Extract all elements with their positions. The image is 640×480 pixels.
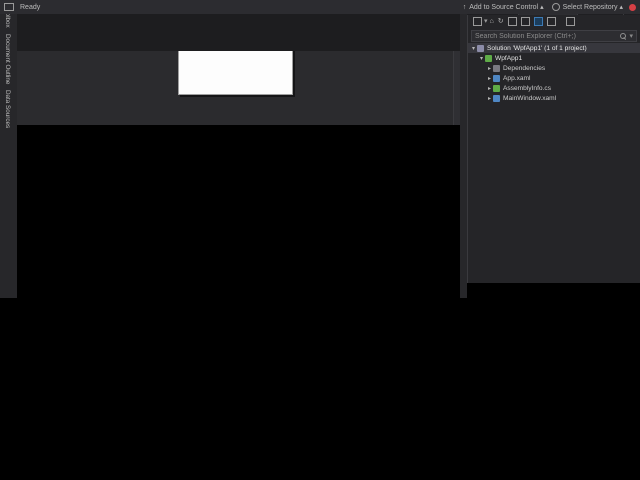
add-to-source-control-button[interactable]: Add to Source Control (469, 4, 538, 11)
show-all-files-icon[interactable] (533, 17, 543, 26)
csharp-project-icon (485, 54, 492, 62)
sync-with-active-document-icon[interactable] (507, 17, 517, 26)
tree-node-label: AssemblyInfo.cs (503, 84, 552, 92)
collapse-all-icon[interactable] (520, 17, 530, 26)
tree-node-label: MainWindow.xaml (503, 94, 557, 102)
search-icon (620, 33, 627, 39)
tree-node-project-wpfapp1[interactable]: ▾ WpfApp1 (468, 53, 640, 63)
background-tasks-icon[interactable] (4, 3, 14, 11)
solution-explorer-search-input[interactable]: Search Solution Explorer (Ctrl+;) ▾ (471, 30, 637, 42)
search-options-caret-icon: ▾ (629, 32, 633, 40)
tree-node-label: Dependencies (503, 64, 546, 72)
expander-icon[interactable]: ▸ (486, 75, 493, 82)
dependencies-icon (493, 64, 500, 72)
expander-icon[interactable]: ▸ (486, 95, 493, 102)
tree-node-label: WpfApp1 (495, 54, 523, 62)
tree-node-assemblyinfo-cs[interactable]: ▸ AssemblyInfo.cs (468, 83, 640, 93)
source-control-caret-icon[interactable]: ▴ (540, 4, 544, 11)
tree-node-label: Solution 'WpfApp1' (1 of 1 project) (487, 44, 587, 52)
repository-icon (551, 3, 560, 11)
xaml-file-icon (493, 74, 500, 82)
solution-explorer-panel: Solution Explorer ▾ × ▾ ⌂ ↻ Search Solut… (467, 0, 640, 283)
properties-icon[interactable] (546, 17, 556, 26)
solution-icon (477, 44, 484, 52)
solution-explorer-toolbar: ▾ ⌂ ↻ (468, 14, 640, 29)
tree-node-mainwindow-xaml[interactable]: ▸ MainWindow.xaml (468, 93, 640, 103)
xaml-file-icon (493, 94, 500, 102)
refresh-icon[interactable]: ↻ (498, 18, 504, 25)
screen: ∞ File Edit View Git Project Build Debug… (0, 0, 640, 480)
tree-node-label: App.xaml (503, 74, 531, 82)
tree-node-dependencies[interactable]: ▸ Dependencies (468, 63, 640, 73)
views-caret-icon[interactable]: ▾ (484, 18, 488, 25)
sidebar-tab-document-outline[interactable]: Document Outline (4, 34, 11, 84)
expander-icon[interactable]: ▸ (486, 65, 493, 72)
notification-dot[interactable] (629, 3, 636, 11)
push-icon[interactable]: ↑ (463, 4, 467, 11)
tree-node-solution[interactable]: ▾ Solution 'WpfApp1' (1 of 1 project) (468, 43, 640, 53)
status-ready: Ready (20, 3, 41, 11)
sidebar-tab-data-sources[interactable]: Data Sources (4, 90, 11, 128)
repository-caret-icon[interactable]: ▴ (619, 4, 623, 11)
expander-icon[interactable]: ▸ (486, 85, 493, 92)
left-tool-strip: Toolbox Document Outline Data Sources (0, 0, 17, 298)
csharp-file-icon (493, 84, 500, 92)
select-repository-button[interactable]: Select Repository (563, 4, 618, 11)
expander-icon[interactable]: ▾ (470, 45, 477, 52)
expander-icon[interactable]: ▾ (478, 55, 485, 62)
switch-views-icon[interactable] (473, 17, 482, 26)
search-placeholder: Search Solution Explorer (Ctrl+;) (475, 32, 576, 40)
panel-splitter[interactable] (460, 0, 467, 298)
status-bar: Ready ↑ Add to Source Control ▴ Select R… (0, 0, 640, 14)
tree-node-app-xaml[interactable]: ▸ App.xaml (468, 73, 640, 83)
preview-selected-items-icon[interactable] (565, 17, 575, 26)
home-icon[interactable]: ⌂ (490, 18, 494, 25)
